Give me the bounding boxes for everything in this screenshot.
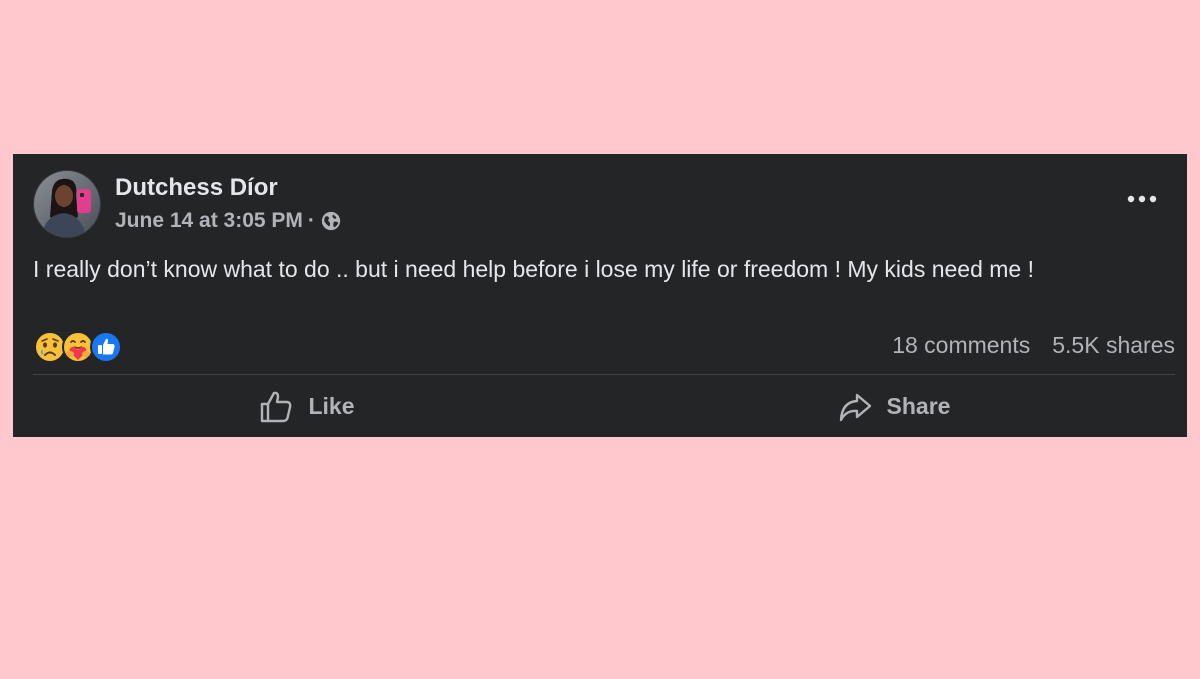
share-button[interactable]: Share <box>600 376 1187 437</box>
like-label: Like <box>308 393 355 419</box>
share-arrow-icon <box>839 393 871 421</box>
like-reaction-icon <box>89 330 123 364</box>
avatar[interactable] <box>34 171 100 237</box>
post-stats: 18 comments 5.5K shares <box>892 332 1175 359</box>
divider <box>33 374 1175 375</box>
meta-separator: · <box>307 209 315 232</box>
globe-icon[interactable] <box>320 210 342 232</box>
post-text: I really don’t know what to do .. but i … <box>33 256 1035 282</box>
reaction-summary[interactable] <box>33 330 122 364</box>
comment-count[interactable]: 18 comments <box>892 332 1030 359</box>
post-timestamp[interactable]: June 14 at 3:05 PM <box>115 209 303 233</box>
facebook-post: Dutchess Díor June 14 at 3:05 PM · I rea… <box>13 154 1187 437</box>
thumbs-up-icon <box>261 391 292 422</box>
action-bar: Like Share <box>13 376 1187 437</box>
post-meta: June 14 at 3:05 PM · <box>115 209 342 233</box>
ellipsis-icon[interactable] <box>1127 192 1157 206</box>
share-label: Share <box>886 393 951 419</box>
author-name[interactable]: Dutchess Díor <box>115 174 278 202</box>
like-button[interactable]: Like <box>13 376 600 437</box>
share-count[interactable]: 5.5K shares <box>1052 332 1175 359</box>
